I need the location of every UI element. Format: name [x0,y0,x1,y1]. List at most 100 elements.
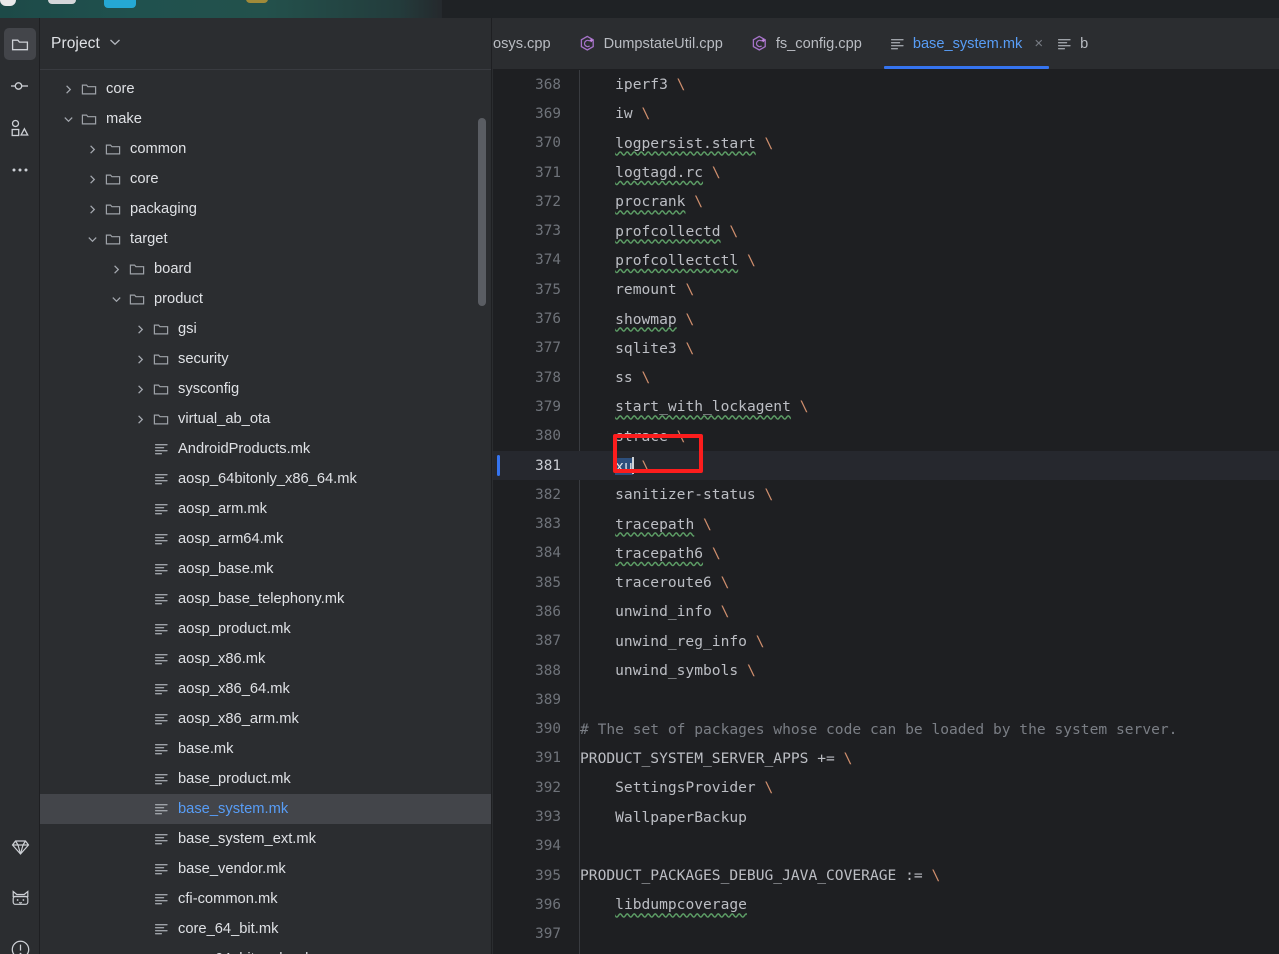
project-file-tree[interactable]: core make common core packaging target board pr… [40,70,491,954]
close-icon[interactable]: × [1034,36,1043,51]
tree-item[interactable]: cfi-common.mk [40,884,491,914]
code-line[interactable]: 379 start_with_lockagent \ [493,392,1279,421]
folder-icon [150,381,172,397]
tree-item[interactable]: core_64_bit_only.mk [40,944,491,954]
chevron-down-icon[interactable] [82,234,102,245]
code-line[interactable]: 377 sqlite3 \ [493,334,1279,363]
tree-item[interactable]: sysconfig [40,374,491,404]
makefile-icon [150,892,172,906]
code-line[interactable]: 382 sanitizer-status \ [493,480,1279,509]
tree-item[interactable]: target [40,224,491,254]
chevron-right-icon[interactable] [82,144,102,155]
tree-item[interactable]: base_product.mk [40,764,491,794]
code-token: \ [676,76,686,94]
more-tool-windows-icon[interactable] [4,154,36,186]
code-token: sanitizer-status [580,486,765,504]
tree-item[interactable]: aosp_x86.mk [40,644,491,674]
code-line[interactable]: 371 logtagd.rc \ [493,158,1279,187]
chevron-down-icon[interactable] [109,38,121,49]
structure-tool-icon[interactable] [4,112,36,144]
code-line[interactable]: 388 unwind_symbols \ [493,656,1279,685]
chevron-right-icon[interactable] [82,174,102,185]
tree-item[interactable]: product [40,284,491,314]
tree-item[interactable]: common [40,134,491,164]
code-line[interactable]: 369 iw \ [493,99,1279,128]
tree-item[interactable]: make [40,104,491,134]
editor-tab[interactable]: b [1057,18,1102,69]
tree-item[interactable]: aosp_x86_arm.mk [40,704,491,734]
sidebar-scrollbar[interactable] [478,118,486,306]
code-line[interactable]: 386 unwind_info \ [493,597,1279,626]
code-token: iw [580,105,642,123]
code-line[interactable]: 375 remount \ [493,275,1279,304]
problems-warning-icon[interactable] [4,933,36,954]
editor-tab[interactable]: DumpstateUtil.cpp [565,18,737,69]
code-line[interactable]: 385 traceroute6 \ [493,568,1279,597]
tree-item[interactable]: core [40,164,491,194]
tree-item[interactable]: security [40,344,491,374]
code-line[interactable]: 398PRODUCT_COPY_FILES += $(call add-to-p… [493,949,1279,954]
code-line[interactable]: 391 PRODUCT_SYSTEM_SERVER_APPS += \ [493,744,1279,773]
gradle-diamond-icon[interactable] [4,831,36,863]
code-line[interactable]: 383 tracepath \ [493,509,1279,538]
code-line[interactable]: 396 libdumpcoverage [493,890,1279,919]
chevron-down-icon[interactable] [58,114,78,125]
code-line[interactable]: 372 procrank \ [493,187,1279,216]
code-line[interactable]: 394 [493,832,1279,861]
editor-tab[interactable]: osys.cpp [493,18,565,69]
cat-face-icon[interactable] [4,882,36,914]
code-line[interactable]: 370 logpersist.start \ [493,129,1279,158]
tree-item[interactable]: aosp_64bitonly_x86_64.mk [40,464,491,494]
tree-item[interactable]: board [40,254,491,284]
tree-item[interactable]: aosp_arm.mk [40,494,491,524]
project-tool-icon[interactable] [4,28,36,60]
chevron-right-icon[interactable] [130,384,150,395]
chevron-right-icon[interactable] [58,84,78,95]
code-line[interactable]: 389 [493,685,1279,714]
code-line[interactable]: 387 unwind_reg_info \ [493,627,1279,656]
tree-item[interactable]: base_system_ext.mk [40,824,491,854]
code-line[interactable]: 395 PRODUCT_PACKAGES_DEBUG_JAVA_COVERAGE … [493,861,1279,890]
code-line[interactable]: 376 showmap \ [493,304,1279,333]
tree-item[interactable]: core_64_bit.mk [40,914,491,944]
tree-item[interactable]: base.mk [40,734,491,764]
tree-item[interactable]: base_vendor.mk [40,854,491,884]
code-line[interactable]: 384 tracepath6 \ [493,539,1279,568]
tree-item[interactable]: aosp_arm64.mk [40,524,491,554]
tree-item[interactable]: aosp_base.mk [40,554,491,584]
code-line[interactable]: 368 iperf3 \ [493,70,1279,99]
top-chip-light [48,0,76,4]
code-line-current[interactable]: 381 xu \ [493,450,1279,481]
editor-tab[interactable]: fs_config.cpp [737,18,876,69]
tree-item[interactable]: core [40,74,491,104]
code-line[interactable]: 378 ss \ [493,363,1279,392]
code-line[interactable]: 392 SettingsProvider \ [493,773,1279,802]
project-panel-header[interactable]: Project [40,18,491,70]
chevron-down-icon[interactable] [106,294,126,305]
code-line[interactable]: 393 WallpaperBackup [493,802,1279,831]
chevron-right-icon[interactable] [130,354,150,365]
tree-item[interactable]: aosp_base_telephony.mk [40,584,491,614]
tree-item[interactable]: aosp_x86_64.mk [40,674,491,704]
code-editor[interactable]: 368 iperf3 \ 369 iw \ 370 logpersist.start… [493,70,1279,954]
code-token: WallpaperBackup [580,808,747,826]
chevron-right-icon[interactable] [130,324,150,335]
code-line[interactable]: 390 # The set of packages whose code can … [493,715,1279,744]
chevron-right-icon[interactable] [130,414,150,425]
code-line[interactable]: 397 [493,920,1279,949]
tree-item[interactable]: gsi [40,314,491,344]
tree-item[interactable]: virtual_ab_ota [40,404,491,434]
editor-tab-active[interactable]: base_system.mk × [876,18,1057,69]
editor-tab-bar[interactable]: osys.cpp DumpstateUtil.cpp fs_config.cpp ba… [493,18,1279,70]
tree-item[interactable]: aosp_product.mk [40,614,491,644]
tree-item[interactable]: AndroidProducts.mk [40,434,491,464]
cpp-file-icon [751,35,768,52]
tree-item[interactable]: packaging [40,194,491,224]
tree-item-selected[interactable]: base_system.mk [40,794,491,824]
commit-tool-icon[interactable] [4,70,36,102]
chevron-right-icon[interactable] [106,264,126,275]
code-line[interactable]: 380 strace \ [493,422,1279,451]
code-line[interactable]: 374 profcollectctl \ [493,246,1279,275]
chevron-right-icon[interactable] [82,204,102,215]
code-line[interactable]: 373 profcollectd \ [493,216,1279,245]
